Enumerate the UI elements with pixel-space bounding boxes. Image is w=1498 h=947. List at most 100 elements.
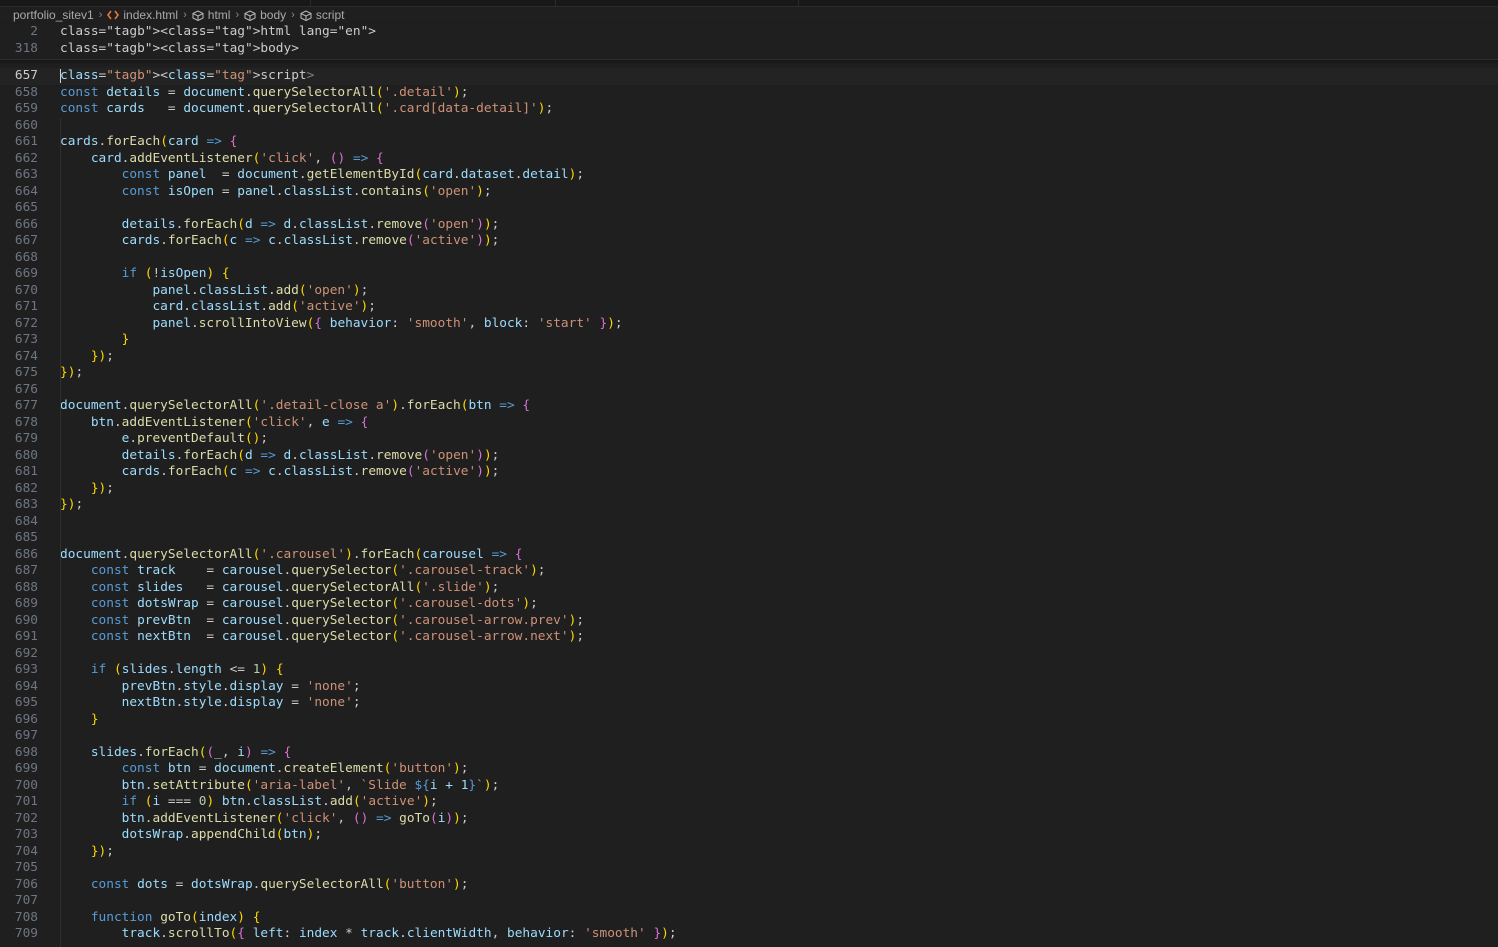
code-line[interactable]: 671 card.classList.add('active'); [0, 299, 1498, 316]
code-line[interactable]: 672 panel.scrollIntoView({ behavior: 'sm… [0, 316, 1498, 333]
breadcrumb-label: portfolio_sitev1 [13, 8, 94, 22]
code-line[interactable]: 706 const dots = dotsWrap.querySelectorA… [0, 877, 1498, 894]
code-line[interactable]: 673 } [0, 332, 1498, 349]
code-line[interactable]: 682 }); [0, 481, 1498, 498]
indent-guide [60, 118, 61, 947]
code-line[interactable]: 698 slides.forEach((_, i) => { [0, 745, 1498, 762]
code-line[interactable]: 707 [0, 893, 1498, 910]
line-number: 703 [14, 827, 38, 842]
code-line[interactable]: 663 const panel = document.getElementByI… [0, 167, 1498, 184]
code-line[interactable]: 699 const btn = document.createElement('… [0, 761, 1498, 778]
code-line[interactable]: 684 [0, 514, 1498, 531]
code-text: const cards = document.querySelectorAll(… [60, 101, 554, 116]
sticky-line[interactable]: 318 class="tagb"><class="tag">body> [0, 41, 1498, 58]
code-line[interactable]: 688 const slides = carousel.querySelecto… [0, 580, 1498, 597]
code-line[interactable]: 696 } [0, 712, 1498, 729]
code-line[interactable]: 695 nextBtn.style.display = 'none'; [0, 695, 1498, 712]
code-line[interactable]: 657 class="tagb"><class="tag">script> [0, 68, 1498, 85]
code-line[interactable]: 687 const track = carousel.querySelector… [0, 563, 1498, 580]
code-line[interactable]: 680 details.forEach(d => d.classList.rem… [0, 448, 1498, 465]
code-line[interactable]: 658 const details = document.querySelecto… [0, 85, 1498, 102]
code-line[interactable]: 700 btn.setAttribute('aria-label', `Slid… [0, 778, 1498, 795]
code-line[interactable]: 703 dotsWrap.appendChild(btn); [0, 827, 1498, 844]
code-line[interactable]: 679 e.preventDefault(); [0, 431, 1498, 448]
code-line[interactable]: 683}); [0, 497, 1498, 514]
code-line[interactable]: 685 [0, 530, 1498, 547]
chevron-right-icon: › [235, 9, 240, 21]
code-text: const panel = document.getElementById(ca… [121, 167, 585, 182]
code-text: const btn = document.createElement('butt… [121, 761, 469, 776]
code-line[interactable]: 689 const dotsWrap = carousel.querySelec… [0, 596, 1498, 613]
code-line[interactable]: 709 track.scrollTo({ left: index * track… [0, 926, 1498, 943]
code-line[interactable]: 667 cards.forEach(c => c.classList.remov… [0, 233, 1498, 250]
code-text: const dotsWrap = carousel.querySelector(… [90, 596, 538, 611]
code-text: function goTo(index) { [90, 909, 261, 925]
code-text: document.querySelectorAll('.detail-close… [60, 398, 531, 413]
code-line[interactable]: 670 panel.classList.add('open'); [0, 283, 1498, 300]
breadcrumb-item-folder[interactable]: portfolio_sitev1 › [13, 8, 107, 22]
code-text: }); [90, 480, 114, 496]
line-number: 2 [30, 24, 38, 39]
code-line[interactable]: 674 }); [0, 349, 1498, 366]
code-line[interactable]: 660 [0, 118, 1498, 135]
sticky-scroll-header[interactable]: 2 class="tagb"><class="tag">html lang="e… [0, 24, 1498, 60]
code-line[interactable]: 708 function goTo(index) { [0, 910, 1498, 927]
code-line[interactable]: 664 const isOpen = panel.classList.conta… [0, 184, 1498, 201]
code-text: class="tagb"><class="tag">body> [60, 41, 299, 56]
line-number: 682 [14, 480, 38, 496]
code-line[interactable]: 694 prevBtn.style.display = 'none'; [0, 679, 1498, 696]
code-line[interactable]: 690 const prevBtn = carousel.querySelect… [0, 613, 1498, 630]
code-line[interactable]: 661 cards.forEach(card => { [0, 134, 1498, 151]
sticky-line[interactable]: 2 class="tagb"><class="tag">html lang="e… [0, 24, 1498, 41]
line-number: 674 [14, 348, 38, 364]
code-text: details.forEach(d => d.classList.remove(… [121, 216, 500, 232]
code-line[interactable]: 677 document.querySelectorAll('.detail-cl… [0, 398, 1498, 415]
breadcrumb-label: html [207, 8, 231, 22]
code-editor[interactable]: 657 class="tagb"><class="tag">script> 658 c… [0, 68, 1498, 943]
code-line[interactable]: 669 if (!isOpen) { [0, 266, 1498, 283]
line-number: 693 [14, 662, 38, 677]
code-line[interactable]: 704 }); [0, 844, 1498, 861]
code-line[interactable]: 668 [0, 250, 1498, 267]
code-line[interactable]: 701 if (i === 0) btn.classList.add('acti… [0, 794, 1498, 811]
code-line[interactable]: 691 const nextBtn = carousel.querySelect… [0, 629, 1498, 646]
code-line[interactable]: 675}); [0, 365, 1498, 382]
code-line[interactable]: 692 [0, 646, 1498, 663]
code-line[interactable]: 678 btn.addEventListener('click', e => { [0, 415, 1498, 432]
code-text: const isOpen = panel.classList.contains(… [121, 183, 492, 199]
code-text: class="tagb"><class="tag">script> [60, 68, 315, 83]
breadcrumb-item-body[interactable]: body › [244, 8, 300, 22]
line-number: 688 [14, 579, 38, 595]
breadcrumb-item-file[interactable]: index.html › [107, 8, 191, 22]
line-number: 704 [14, 843, 38, 859]
line-number: 669 [14, 266, 38, 281]
line-number: 318 [14, 41, 38, 56]
breadcrumb-item-script[interactable]: script [300, 8, 344, 22]
code-line[interactable]: 676 [0, 382, 1498, 399]
line-number: 695 [14, 695, 38, 710]
element-icon [244, 9, 256, 21]
element-icon [300, 9, 312, 21]
line-number: 705 [14, 860, 38, 875]
code-line[interactable]: 662 card.addEventListener('click', () =>… [0, 151, 1498, 168]
line-number: 690 [14, 612, 38, 628]
line-number: 697 [14, 728, 38, 743]
code-line[interactable]: 702 btn.addEventListener('click', () => … [0, 811, 1498, 828]
code-line[interactable]: 665 [0, 200, 1498, 217]
line-number: 676 [14, 381, 38, 397]
code-line[interactable]: 681 cards.forEach(c => c.classList.remov… [0, 464, 1498, 481]
code-line[interactable]: 666 details.forEach(d => d.classList.rem… [0, 217, 1498, 234]
code-text: if (i === 0) btn.classList.add('active')… [121, 794, 438, 809]
line-number: 699 [14, 761, 38, 776]
code-line[interactable]: 659 const cards = document.querySelectorA… [0, 101, 1498, 118]
chevron-right-icon: › [183, 9, 187, 21]
line-number: 694 [14, 678, 38, 694]
code-line[interactable]: 686 document.querySelectorAll('.carousel'… [0, 547, 1498, 564]
code-line[interactable]: 693 if (slides.length <= 1) { [0, 662, 1498, 679]
breadcrumb-item-html[interactable]: html › [192, 8, 244, 22]
line-number: 678 [14, 414, 38, 430]
code-line[interactable]: 705 [0, 860, 1498, 877]
line-number: 686 [14, 546, 38, 562]
code-text: nextBtn.style.display = 'none'; [121, 695, 361, 710]
code-line[interactable]: 697 [0, 728, 1498, 745]
